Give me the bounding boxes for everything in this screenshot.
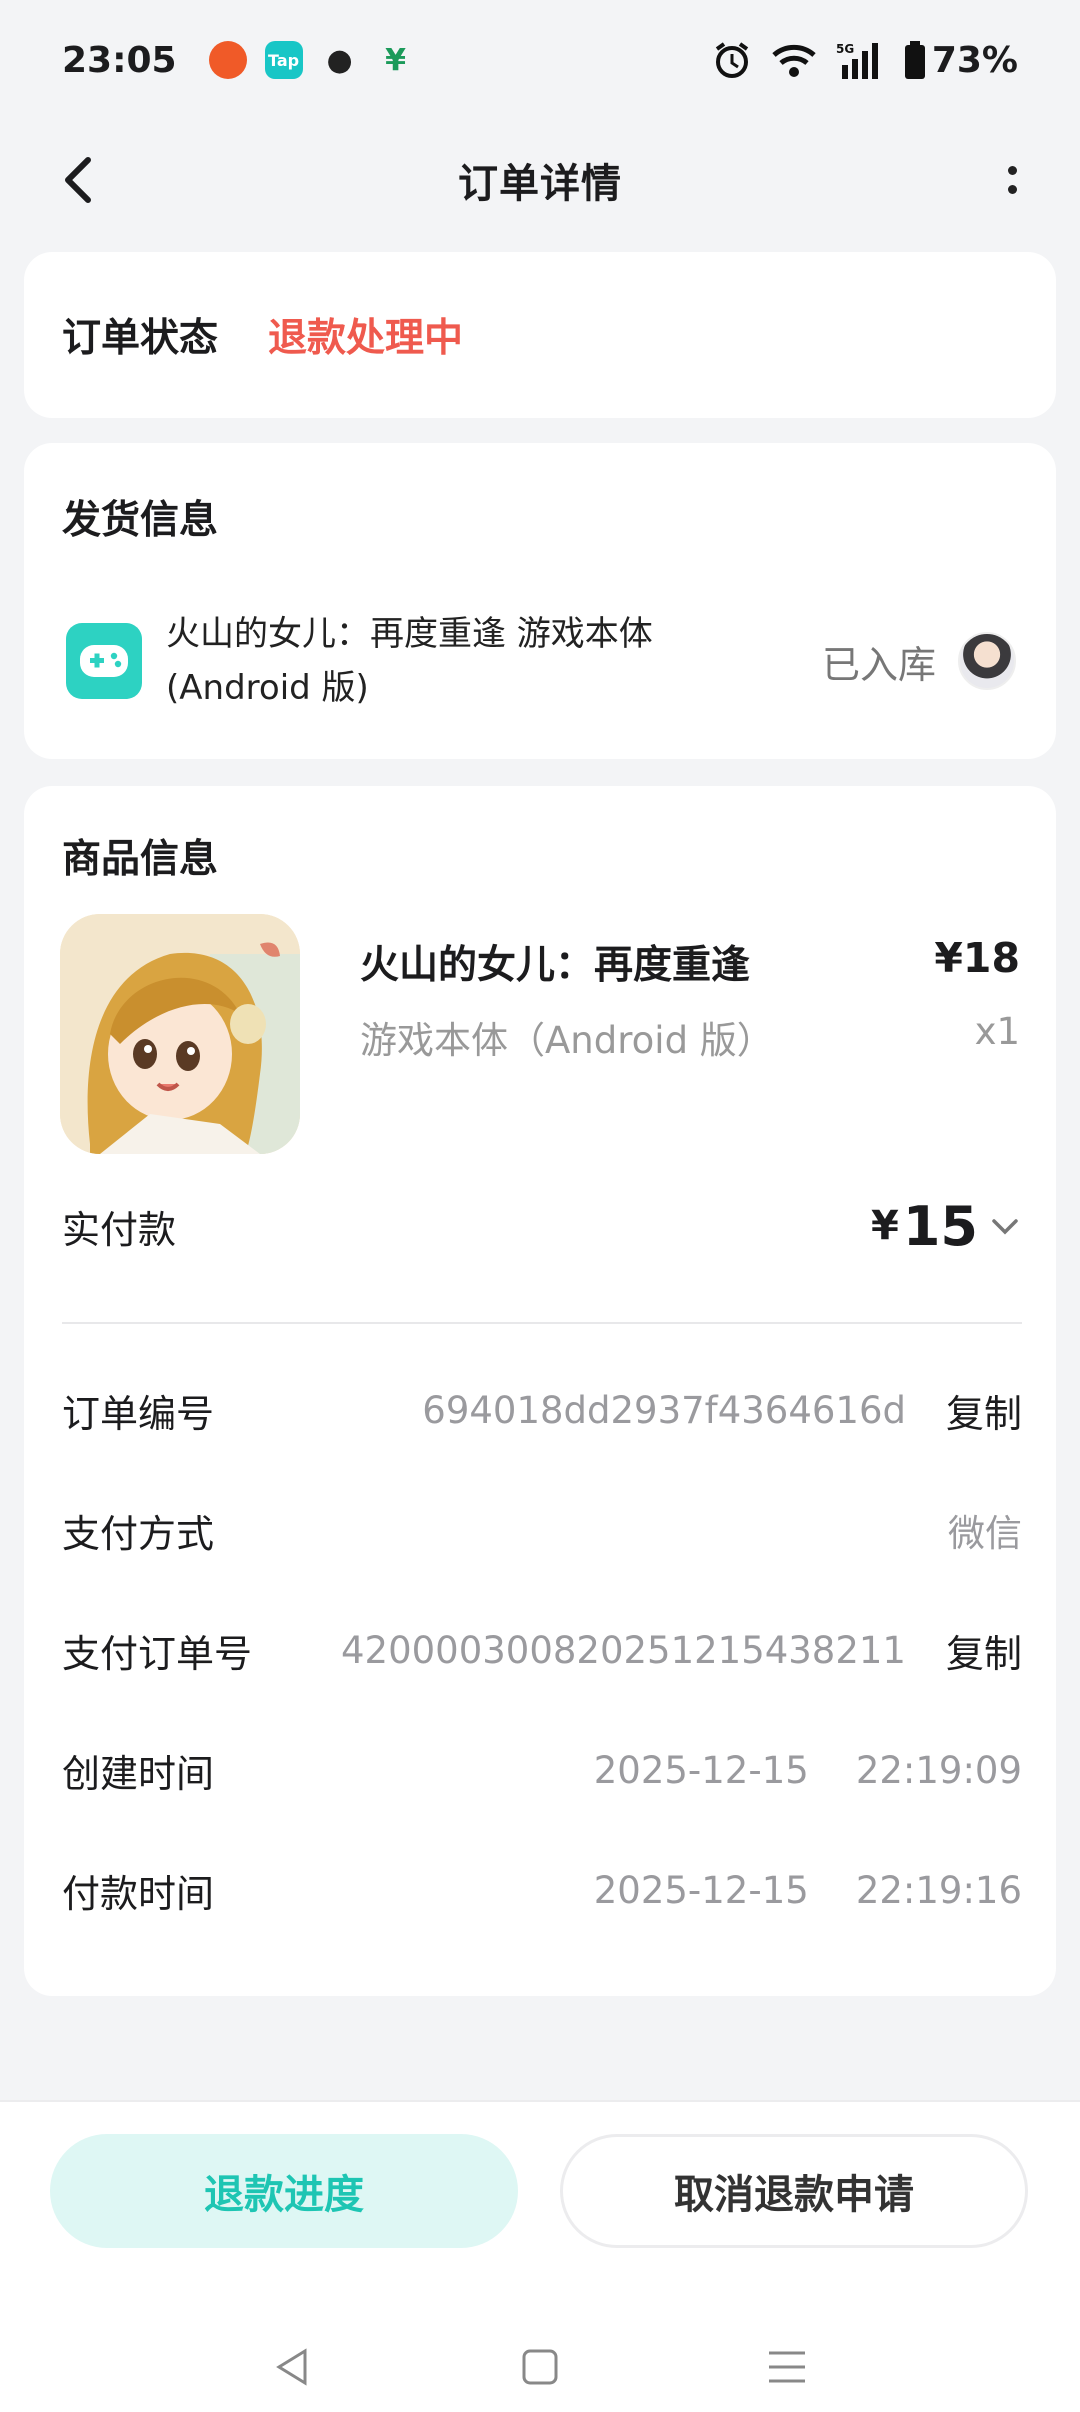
product-name: 火山的女儿：再度重逢 <box>360 943 751 988</box>
payment-method-label: 支付方式 <box>62 1511 215 1556</box>
system-nav-bar <box>0 2322 1080 2412</box>
order-number-value: 694018dd2937f4364616d <box>422 1388 906 1432</box>
page-title: 订单详情 <box>458 161 622 207</box>
svg-text:5G: 5G <box>836 42 854 56</box>
order-number-label: 订单编号 <box>62 1391 215 1436</box>
signal-icon: 5G <box>836 42 878 79</box>
refund-progress-button[interactable]: 退款进度 <box>50 2134 518 2248</box>
battery-percent: 73% <box>931 39 1018 81</box>
top-bar: 订单详情 <box>0 130 1080 230</box>
payment-time-value: 2025-12-15 22:19:16 <box>593 1868 1022 1912</box>
battery-icon <box>904 41 925 79</box>
created-time-value: 2025-12-15 22:19:09 <box>593 1748 1022 1792</box>
copy-payment-order-button[interactable]: 复制 <box>946 1623 1022 1678</box>
shipping-card: 发货信息 火山的女儿：再度重逢 游戏本体 (Android 版) 已入库 <box>24 443 1056 759</box>
paid-amount-label: 实付款 <box>62 1207 177 1252</box>
currency-symbol: ¥ <box>871 1203 899 1249</box>
notification-app-icon <box>208 41 247 79</box>
created-time-label: 创建时间 <box>62 1751 215 1796</box>
back-arrow-icon[interactable] <box>52 152 108 208</box>
payment-time-row: 付款时间 2025-12-15 22:19:16 <box>62 1855 1022 1925</box>
avatar <box>958 632 1016 690</box>
shipping-item-name: 火山的女儿：再度重逢 游戏本体 (Android 版) <box>166 607 746 715</box>
goods-title: 商品信息 <box>62 837 219 882</box>
order-status-card: 订单状态 退款处理中 <box>24 252 1056 418</box>
game-cover-image <box>60 914 300 1154</box>
payment-order-row: 支付订单号 420000300820251215438211 复制 <box>62 1615 1022 1685</box>
paid-amount-row[interactable]: 实付款 ¥ 15 <box>62 1186 1022 1266</box>
nav-menu-icon[interactable] <box>765 2345 809 2389</box>
shipping-item-name-line2: (Android 版) <box>166 668 369 708</box>
divider <box>62 1322 1022 1324</box>
wifi-icon <box>772 44 816 77</box>
clock: 23:05 <box>62 39 177 81</box>
shipping-item-name-line1: 火山的女儿：再度重逢 游戏本体 <box>166 614 653 654</box>
taptap-icon: Tap <box>264 41 303 79</box>
status-bar: 23:05 Tap ● ¥ 5G 73% <box>0 0 1080 120</box>
payment-method-row: 支付方式 微信 <box>62 1495 1022 1565</box>
paid-amount-value: ¥ 15 <box>871 1195 1022 1258</box>
nav-home-icon[interactable] <box>518 2345 562 2389</box>
wechat-icon: ● <box>326 42 353 78</box>
payment-order-label: 支付订单号 <box>62 1631 253 1676</box>
payment-method-value: 微信 <box>948 1512 1022 1555</box>
cancel-refund-button[interactable]: 取消退款申请 <box>560 2134 1028 2248</box>
shipping-title: 发货信息 <box>62 498 219 543</box>
payment-order-value: 420000300820251215438211 <box>341 1628 906 1672</box>
order-status-value: 退款处理中 <box>268 316 464 361</box>
created-time-row: 创建时间 2025-12-15 22:19:09 <box>62 1735 1022 1805</box>
paid-amount-number: 15 <box>902 1194 978 1258</box>
alarm-icon <box>715 42 748 78</box>
more-options-icon[interactable] <box>984 152 1040 208</box>
nav-back-icon[interactable] <box>271 2345 315 2389</box>
product-item[interactable]: 火山的女儿：再度重逢 ¥18 游戏本体（Android 版） x1 <box>60 914 1020 1154</box>
product-sku: 游戏本体（Android 版） <box>360 1019 774 1062</box>
goods-card: 商品信息 火山的女儿：再度重逢 ¥18 游戏本体（Android 版） x1 实… <box>24 786 1056 1996</box>
bottom-action-bar: 退款进度 取消退款申请 <box>0 2100 1080 2412</box>
shipping-item[interactable]: 火山的女儿：再度重逢 游戏本体 (Android 版) 已入库 <box>66 606 1016 716</box>
chevron-down-icon[interactable] <box>988 1209 1022 1243</box>
gamepad-icon <box>66 623 142 699</box>
product-quantity: x1 <box>974 1010 1020 1053</box>
finance-app-icon: ¥ <box>385 42 407 78</box>
order-status-label: 订单状态 <box>62 316 219 361</box>
product-price: ¥18 <box>934 934 1020 982</box>
copy-order-number-button[interactable]: 复制 <box>946 1383 1022 1438</box>
shipping-state: 已入库 <box>821 642 936 687</box>
payment-time-label: 付款时间 <box>62 1871 215 1916</box>
order-number-row: 订单编号 694018dd2937f4364616d 复制 <box>62 1375 1022 1445</box>
